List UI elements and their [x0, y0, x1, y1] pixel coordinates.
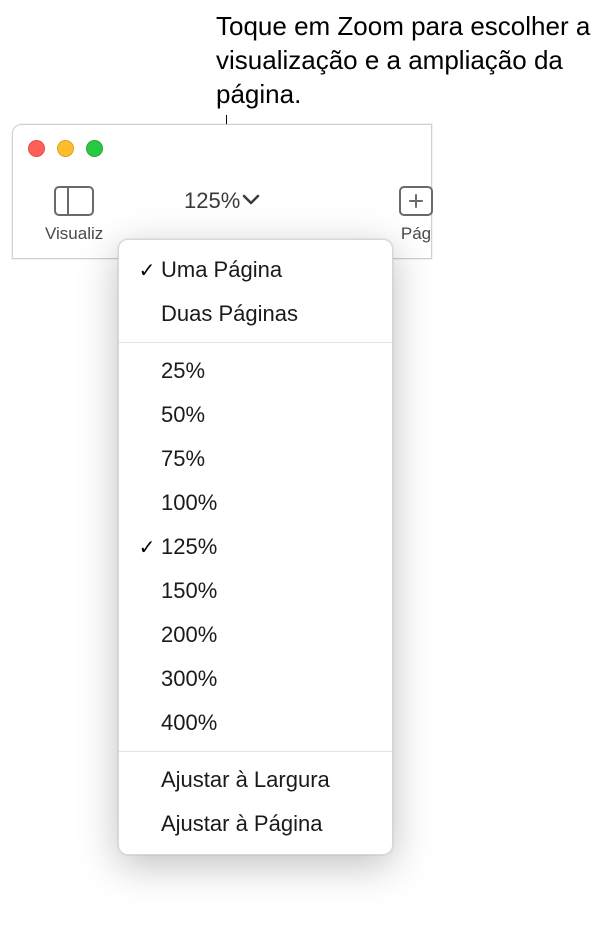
menu-item-two-pages[interactable]: Duas Páginas	[119, 292, 392, 336]
add-page-toolbar-item[interactable]: Pág	[391, 182, 441, 244]
menu-item-zoom-125[interactable]: ✓ 125%	[119, 525, 392, 569]
minimize-button[interactable]	[57, 140, 74, 157]
menu-item-zoom-200[interactable]: 200%	[119, 613, 392, 657]
menu-item-label: 300%	[161, 666, 217, 692]
menu-item-label: 200%	[161, 622, 217, 648]
add-page-icon	[391, 182, 441, 220]
close-button[interactable]	[28, 140, 45, 157]
view-label: Visualiz	[45, 224, 103, 244]
menu-item-one-page[interactable]: ✓ Uma Página	[119, 248, 392, 292]
menu-separator	[119, 342, 392, 343]
menu-separator	[119, 751, 392, 752]
menu-item-zoom-400[interactable]: 400%	[119, 701, 392, 745]
menu-item-label: Uma Página	[161, 257, 282, 283]
menu-item-zoom-100[interactable]: 100%	[119, 481, 392, 525]
menu-item-label: 125%	[161, 534, 217, 560]
zoom-value: 125%	[184, 188, 240, 214]
menu-item-zoom-50[interactable]: 50%	[119, 393, 392, 437]
maximize-button[interactable]	[86, 140, 103, 157]
menu-item-fit-page[interactable]: Ajustar à Página	[119, 802, 392, 846]
checkmark-icon: ✓	[133, 535, 161, 560]
zoom-menu: ✓ Uma Página Duas Páginas 25% 50% 75% 10…	[118, 239, 393, 855]
chevron-down-icon	[242, 192, 260, 210]
menu-item-label: 400%	[161, 710, 217, 736]
page-label: Pág	[401, 224, 431, 244]
menu-item-label: 50%	[161, 402, 205, 428]
menu-item-label: 100%	[161, 490, 217, 516]
menu-item-label: 25%	[161, 358, 205, 384]
zoom-toolbar-item[interactable]: 125%	[178, 182, 266, 220]
menu-item-label: Ajustar à Largura	[161, 767, 330, 793]
zoom-button[interactable]: 125%	[178, 182, 266, 220]
sidebar-icon	[49, 182, 99, 220]
menu-item-zoom-150[interactable]: 150%	[119, 569, 392, 613]
menu-item-label: Ajustar à Página	[161, 811, 322, 837]
menu-item-zoom-75[interactable]: 75%	[119, 437, 392, 481]
menu-item-zoom-300[interactable]: 300%	[119, 657, 392, 701]
checkmark-icon: ✓	[133, 258, 161, 283]
menu-item-zoom-25[interactable]: 25%	[119, 349, 392, 393]
callout-text: Toque em Zoom para escolher a visualizaç…	[216, 10, 591, 111]
view-toolbar-item[interactable]: Visualiz	[45, 182, 103, 244]
window-controls	[28, 140, 103, 157]
menu-item-label: 150%	[161, 578, 217, 604]
menu-item-fit-width[interactable]: Ajustar à Largura	[119, 758, 392, 802]
menu-item-label: Duas Páginas	[161, 301, 298, 327]
menu-item-label: 75%	[161, 446, 205, 472]
